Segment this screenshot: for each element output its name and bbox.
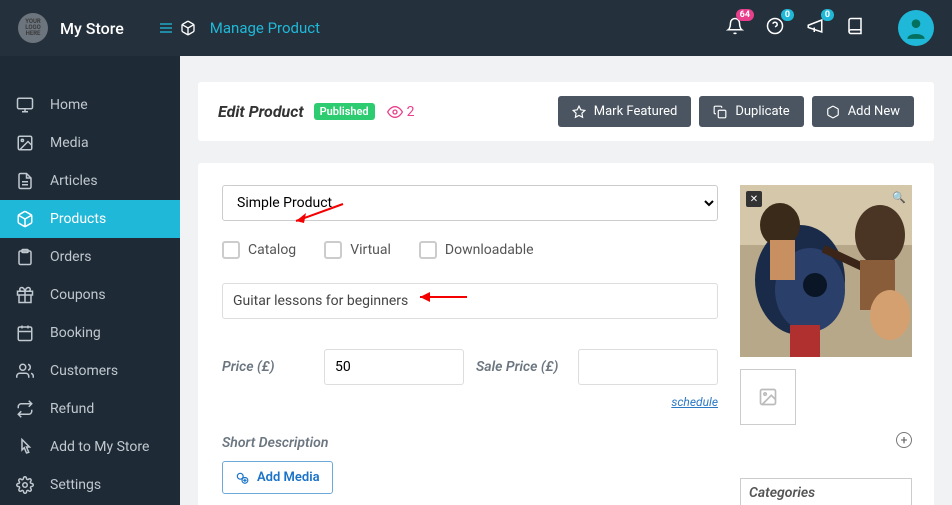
catalog-checkbox[interactable]: Catalog: [222, 241, 296, 259]
users-icon: [16, 362, 34, 380]
cube-icon: [180, 20, 196, 36]
sidebar-item-booking[interactable]: Booking: [0, 314, 180, 352]
refresh-icon: [16, 400, 34, 418]
pointer-icon: [16, 438, 34, 456]
short-desc-label: Short Description: [222, 435, 718, 451]
help-badge: 0: [781, 9, 794, 21]
gift-icon: [16, 286, 34, 304]
mark-featured-button[interactable]: Mark Featured: [558, 96, 692, 127]
sale-price-input[interactable]: [578, 349, 718, 385]
product-image[interactable]: ✕ 🔍: [740, 185, 912, 357]
zoom-icon[interactable]: 🔍: [892, 191, 908, 207]
promo-badge: 0: [821, 9, 834, 21]
categories-header: Categories: [741, 479, 911, 505]
sidebar-item-label: Booking: [50, 325, 101, 341]
sidebar-item-label: Customers: [50, 363, 118, 379]
copy-icon: [713, 105, 727, 119]
avatar[interactable]: [898, 10, 934, 46]
file-icon: [16, 172, 34, 190]
sidebar-item-refund[interactable]: Refund: [0, 390, 180, 428]
add-gallery-icon[interactable]: +: [896, 432, 912, 448]
hamburger-icon[interactable]: [158, 20, 174, 36]
sidebar-item-label: Articles: [50, 173, 98, 189]
gear-icon: [16, 476, 34, 494]
megaphone-icon[interactable]: 0: [806, 17, 824, 39]
gallery-thumb-placeholder[interactable]: [740, 369, 796, 425]
logo: YOUR LOGO HERE: [18, 13, 48, 43]
monitor-icon: [16, 96, 34, 114]
product-name-input[interactable]: [222, 283, 718, 319]
sidebar-item-addtostore[interactable]: Add to My Store: [0, 428, 180, 466]
sidebar-item-label: Refund: [50, 401, 94, 417]
sidebar-item-home[interactable]: Home: [0, 86, 180, 124]
product-type-select[interactable]: Simple Product: [222, 185, 718, 221]
book-icon[interactable]: [846, 17, 864, 39]
downloadable-checkbox[interactable]: Downloadable: [419, 241, 534, 259]
sidebar-item-coupons[interactable]: Coupons: [0, 276, 180, 314]
image-icon: [16, 134, 34, 152]
sidebar-item-settings[interactable]: Settings: [0, 466, 180, 504]
sidebar: Home Media Articles Products Orders Coup…: [0, 56, 180, 505]
sidebar-item-label: Add to My Store: [50, 439, 149, 455]
calendar-icon: [16, 324, 34, 342]
categories-panel: Categories: [740, 478, 912, 505]
schedule-link[interactable]: schedule: [671, 395, 718, 409]
cube-icon: [826, 105, 840, 119]
sidebar-item-label: Settings: [50, 477, 101, 493]
sidebar-item-label: Home: [50, 97, 88, 113]
views-count: 2: [387, 104, 415, 120]
sale-price-label: Sale Price (£): [476, 359, 566, 375]
page-title: Edit Product: [218, 102, 304, 121]
media-icon: [235, 471, 249, 485]
price-input[interactable]: [324, 349, 464, 385]
clipboard-icon: [16, 248, 34, 266]
add-media-button[interactable]: Add Media: [222, 461, 333, 494]
price-label: Price (£): [222, 359, 312, 375]
sidebar-item-customers[interactable]: Customers: [0, 352, 180, 390]
form-card: Simple Product Catalog Virtual Downloada…: [198, 163, 934, 505]
sidebar-item-products[interactable]: Products: [0, 200, 180, 238]
sidebar-item-articles[interactable]: Articles: [0, 162, 180, 200]
help-icon[interactable]: 0: [766, 17, 784, 39]
sidebar-item-label: Coupons: [50, 287, 106, 303]
eye-icon: [387, 104, 403, 120]
sidebar-item-label: Media: [50, 135, 89, 151]
star-icon: [572, 105, 586, 119]
bell-icon[interactable]: 64: [726, 17, 744, 39]
add-new-button[interactable]: Add New: [812, 96, 914, 127]
cube-icon: [16, 210, 34, 228]
virtual-checkbox[interactable]: Virtual: [324, 241, 391, 259]
sidebar-item-orders[interactable]: Orders: [0, 238, 180, 276]
remove-image-icon[interactable]: ✕: [746, 191, 762, 207]
breadcrumb-manage-product[interactable]: Manage Product: [210, 19, 320, 37]
notif-badge: 64: [736, 9, 754, 21]
sidebar-item-label: Orders: [50, 249, 92, 265]
page-header-card: Edit Product Published 2 Mark Featured D…: [198, 82, 934, 141]
sidebar-item-label: Products: [50, 211, 106, 227]
store-name: My Store: [60, 19, 124, 38]
sidebar-item-media[interactable]: Media: [0, 124, 180, 162]
duplicate-button[interactable]: Duplicate: [699, 96, 803, 127]
image-icon: [756, 387, 780, 407]
status-badge: Published: [314, 103, 375, 120]
